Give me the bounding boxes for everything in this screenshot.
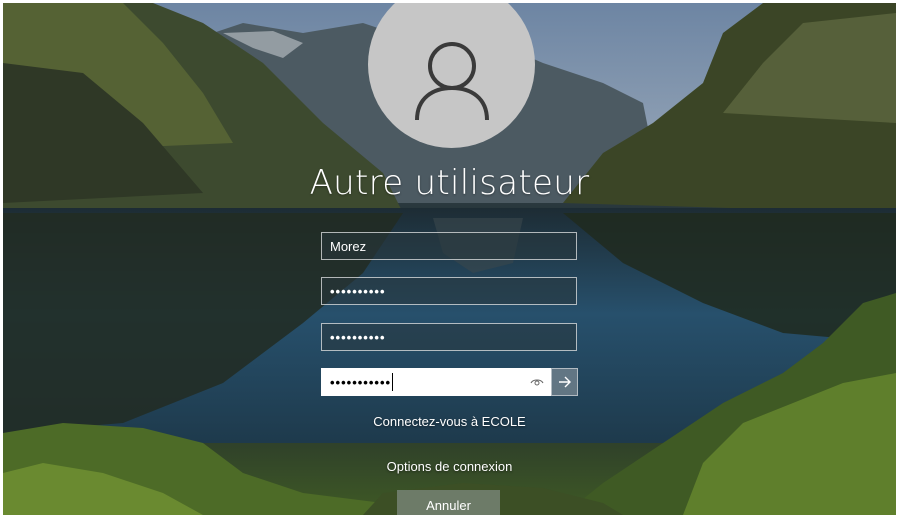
domain-text: Connectez-vous à ECOLE — [373, 414, 526, 429]
arrow-right-icon — [558, 376, 571, 388]
user-title: Autre utilisateur — [309, 163, 590, 203]
password-field-3[interactable]: ••••••••••• — [321, 368, 551, 396]
username-field[interactable]: Morez — [321, 232, 577, 260]
user-avatar-icon — [414, 41, 489, 120]
password-field-2[interactable]: •••••••••• — [321, 323, 577, 351]
submit-button[interactable] — [551, 368, 578, 396]
eye-icon[interactable] — [530, 375, 544, 389]
text-caret — [392, 373, 394, 391]
username-value: Morez — [330, 238, 367, 254]
sign-in-options-link[interactable]: Options de connexion — [3, 459, 896, 474]
password-2-masked: •••••••••• — [330, 329, 386, 345]
password-field-1[interactable]: •••••••••• — [321, 277, 577, 305]
lock-screen: Autre utilisateur Morez •••••••••• •••••… — [3, 3, 896, 515]
cancel-button[interactable]: Annuler — [397, 490, 500, 515]
password-1-masked: •••••••••• — [330, 283, 386, 299]
password-3-masked: ••••••••••• — [330, 374, 392, 390]
